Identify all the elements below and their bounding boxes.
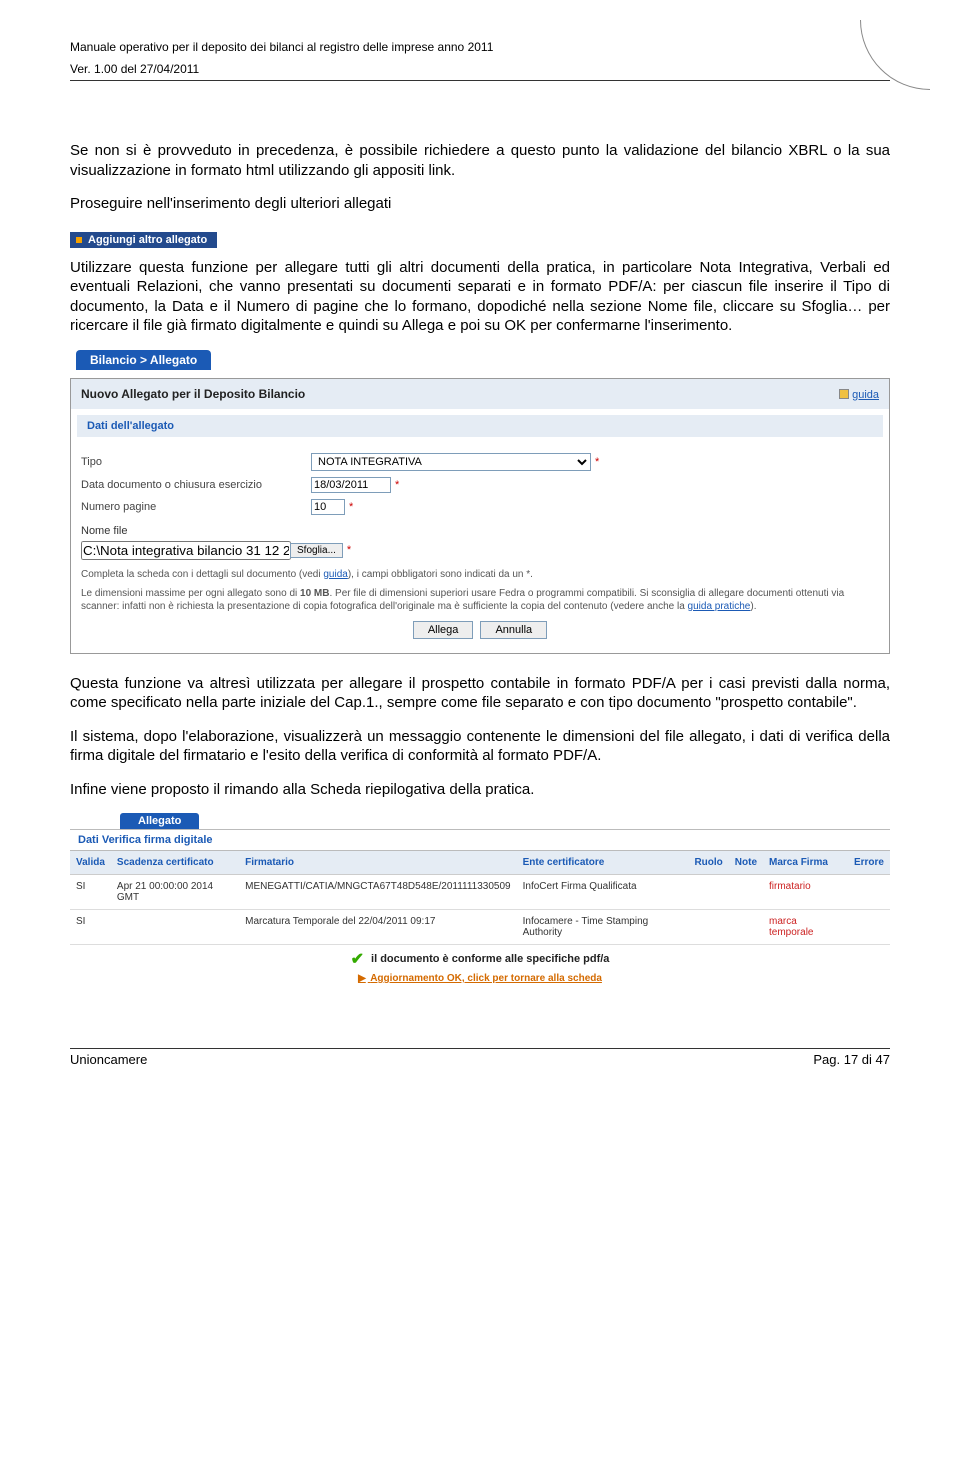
- pagine-input[interactable]: [311, 499, 345, 515]
- paragraph-1: Se non si è provveduto in precedenza, è …: [70, 141, 890, 180]
- verify-tab: Allegato: [120, 813, 199, 829]
- paragraph-5: Il sistema, dopo l'elaborazione, visuali…: [70, 727, 890, 766]
- tipo-label: Tipo: [81, 456, 311, 468]
- check-icon: ✔: [351, 951, 364, 968]
- annulla-button[interactable]: Annulla: [480, 621, 547, 639]
- allega-button[interactable]: Allega: [413, 621, 474, 639]
- required-mark: *: [595, 456, 599, 468]
- triangle-icon: ▶: [358, 973, 366, 984]
- col-note: Note: [729, 851, 763, 875]
- help-text-2: Le dimensioni massime per ogni allegato …: [81, 587, 879, 613]
- table-row: SI Marcatura Temporale del 22/04/2011 09…: [70, 910, 890, 945]
- verify-head: Dati Verifica firma digitale: [70, 829, 890, 851]
- aggiornamento-ok-link[interactable]: ▶ Aggiornamento OK, click per tornare al…: [70, 973, 890, 988]
- guide-icon: [839, 389, 849, 399]
- panel-subtitle: Nuovo Allegato per il Deposito Bilancio: [81, 387, 305, 401]
- panel-breadcrumb: Bilancio > Allegato: [76, 350, 211, 370]
- col-firmatario: Firmatario: [239, 851, 516, 875]
- required-mark: *: [395, 479, 399, 491]
- data-input[interactable]: [311, 477, 391, 493]
- required-mark: *: [347, 544, 351, 556]
- guida-link-inline[interactable]: guida: [323, 569, 347, 580]
- section-header: Dati dell'allegato: [77, 415, 883, 437]
- table-row: SI Apr 21 00:00:00 2014 GMT MENEGATTI/CA…: [70, 875, 890, 910]
- conforme-msg: ✔ il documento è conforme alle specifich…: [70, 945, 890, 973]
- guide-link[interactable]: guida: [852, 389, 879, 401]
- tipo-select[interactable]: NOTA INTEGRATIVA: [311, 453, 591, 471]
- paragraph-3: Utilizzare questa funzione per allegare …: [70, 258, 890, 336]
- required-mark: *: [349, 501, 353, 513]
- paragraph-4: Questa funzione va altresì utilizzata pe…: [70, 674, 890, 713]
- page-footer: Unioncamere Pag. 17 di 47: [70, 1048, 890, 1067]
- col-scadenza: Scadenza certificato: [111, 851, 239, 875]
- corner-decoration: [860, 20, 930, 90]
- doc-version: Ver. 1.00 del 27/04/2011: [70, 62, 890, 76]
- sfoglia-button[interactable]: Sfoglia...: [290, 543, 343, 558]
- bullet-icon: [76, 237, 82, 243]
- col-marca: Marca Firma: [763, 851, 848, 875]
- verify-panel: Allegato Dati Verifica firma digitale Va…: [70, 813, 890, 988]
- col-ruolo: Ruolo: [688, 851, 728, 875]
- data-label: Data documento o chiusura esercizio: [81, 479, 311, 491]
- paragraph-2: Proseguire nell'inserimento degli ulteri…: [70, 194, 890, 214]
- help-text-1: Completa la scheda con i dettagli sul do…: [81, 568, 879, 581]
- paragraph-6: Infine viene proposto il rimando alla Sc…: [70, 780, 890, 800]
- add-attachment-button[interactable]: Aggiungi altro allegato: [70, 232, 217, 248]
- col-ente: Ente certificatore: [517, 851, 689, 875]
- pagine-label: Numero pagine: [81, 501, 311, 513]
- footer-right: Pag. 17 di 47: [813, 1052, 890, 1067]
- col-valida: Valida: [70, 851, 111, 875]
- guida-pratiche-link[interactable]: guida pratiche: [688, 601, 751, 612]
- attachment-panel: Bilancio > Allegato Nuovo Allegato per i…: [70, 350, 890, 654]
- nomefile-label: Nome file: [81, 525, 879, 537]
- col-errore: Errore: [848, 851, 890, 875]
- add-attachment-label: Aggiungi altro allegato: [88, 234, 207, 246]
- page-header: Manuale operativo per il deposito dei bi…: [70, 40, 890, 81]
- nomefile-input[interactable]: [81, 541, 291, 560]
- footer-left: Unioncamere: [70, 1052, 147, 1067]
- doc-title: Manuale operativo per il deposito dei bi…: [70, 40, 890, 54]
- verify-table: Valida Scadenza certificato Firmatario E…: [70, 851, 890, 945]
